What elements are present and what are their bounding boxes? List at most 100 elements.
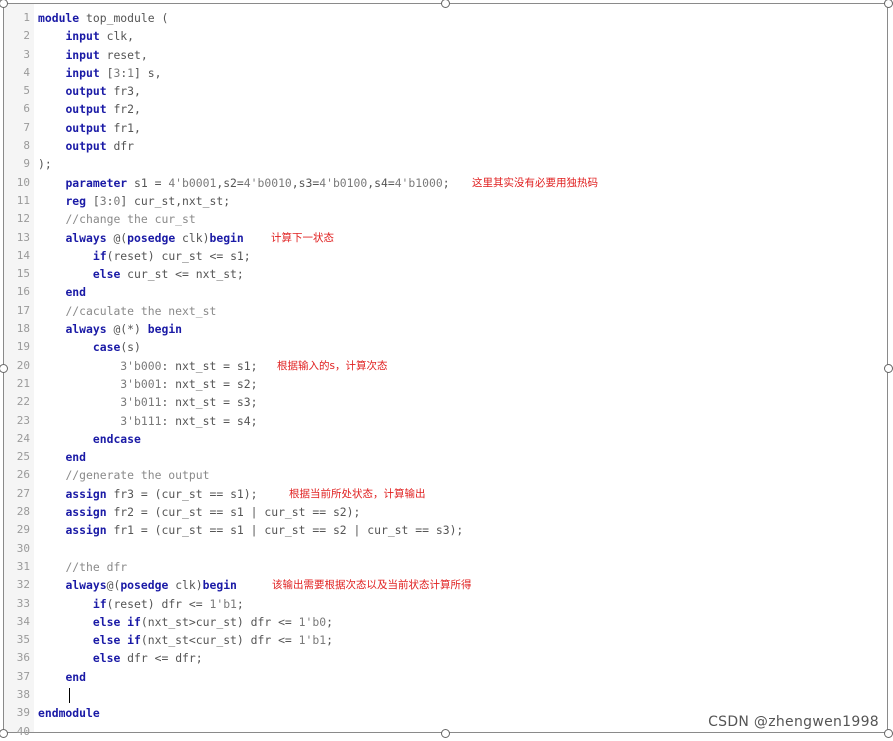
code-line[interactable]: 6 output fr2, [4, 100, 463, 118]
code-text: always@(posedge clk)begin [65, 578, 237, 593]
code-text: 3'b011: nxt_st = s3; [120, 395, 258, 410]
line-number: 40 [16, 724, 30, 738]
line-number: 39 [16, 706, 30, 720]
line-number: 6 [23, 102, 30, 116]
code-line[interactable]: 2 input clk, [4, 27, 463, 45]
code-text: reg [3:0] cur_st,nxt_st; [65, 193, 231, 208]
code-line[interactable]: 36 else dfr <= dfr; [4, 649, 463, 667]
resize-handle-middle-right[interactable] [884, 364, 893, 373]
line-number: 31 [16, 559, 30, 573]
line-number: 37 [16, 669, 30, 683]
line-number: 14 [16, 248, 30, 262]
code-line[interactable]: 28 assign fr2 = (cur_st == s1 | cur_st =… [4, 503, 463, 521]
line-number: 23 [16, 413, 30, 427]
code-line[interactable]: 26 //generate the output [4, 466, 463, 484]
code-line[interactable]: 25 end [4, 448, 463, 466]
code-line[interactable]: 33 if(reset) dfr <= 1'b1; [4, 595, 463, 613]
code-line[interactable]: 1 module top_module ( [4, 9, 463, 27]
line-number: 34 [16, 614, 30, 628]
code-line[interactable]: 12 //change the cur_st [4, 210, 463, 228]
code-line[interactable]: 37 end [4, 668, 463, 686]
code-line[interactable]: 14 if(reset) cur_st <= s1; [4, 247, 463, 265]
code-line[interactable]: 15 else cur_st <= nxt_st; [4, 265, 463, 283]
code-line[interactable]: 23 3'b111: nxt_st = s4; [4, 412, 463, 430]
code-line[interactable]: 38 [4, 686, 463, 704]
annotation-note: 根据输入的s，计算次态 [277, 359, 388, 372]
line-number: 17 [16, 303, 30, 317]
line-number: 30 [16, 541, 30, 555]
code-text: else if(nxt_st<cur_st) dfr <= 1'b1; [92, 633, 333, 648]
line-number: 29 [16, 523, 30, 537]
annotation-note: 该输出需要根据次态以及当前状态计算所得 [272, 579, 472, 592]
line-number: 3 [23, 47, 30, 61]
code-line[interactable]: 31 //the dfr [4, 558, 463, 576]
code-text: ); [38, 157, 52, 172]
code-text: if(reset) dfr <= 1'b1; [92, 596, 244, 611]
code-line[interactable]: 32 always@(posedge clk)begin 该输出需要根据次态以及当… [4, 576, 472, 594]
line-number: 35 [16, 633, 30, 647]
code-text: if(reset) cur_st <= s1; [92, 248, 251, 263]
code-line[interactable]: 18 always @(*) begin [4, 320, 463, 338]
code-text: always @(*) begin [65, 322, 183, 337]
line-number: 22 [16, 395, 30, 409]
code-line[interactable]: 40 [4, 723, 463, 741]
code-text: input [3:1] s, [65, 65, 162, 80]
line-number: 18 [16, 322, 30, 336]
code-line[interactable]: 22 3'b011: nxt_st = s3; [4, 393, 463, 411]
code-text: endmodule [38, 706, 100, 721]
code-line[interactable]: 27 assign fr3 = (cur_st == s1); 根据当前所处状态，… [4, 485, 463, 503]
code-line[interactable]: 34 else if(nxt_st>cur_st) dfr <= 1'b0; [4, 613, 463, 631]
code-line[interactable]: 35 else if(nxt_st<cur_st) dfr <= 1'b1; [4, 631, 463, 649]
code-line[interactable]: 19 case(s) [4, 338, 463, 356]
code-line[interactable]: 20 3'b000: nxt_st = s1; 根据输入的s，计算次态 [4, 357, 463, 375]
line-number: 10 [16, 175, 30, 189]
line-number: 24 [16, 431, 30, 445]
line-number: 32 [16, 578, 30, 592]
line-number: 1 [23, 11, 30, 24]
code-editor[interactable]: 1 module top_module (2 input clk, 3 input … [4, 9, 598, 741]
code-text: end [65, 285, 87, 300]
line-number: 26 [16, 468, 30, 482]
line-number: 16 [16, 285, 30, 299]
code-text: else dfr <= dfr; [92, 651, 203, 666]
code-line[interactable]: 16 end [4, 283, 463, 301]
code-line[interactable]: 7 output fr1, [4, 119, 463, 137]
code-text: 3'b111: nxt_st = s4; [120, 413, 258, 428]
code-line[interactable]: 17 //caculate the next_st [4, 302, 463, 320]
line-number: 36 [16, 651, 30, 665]
code-line[interactable]: 11 reg [3:0] cur_st,nxt_st; [4, 192, 463, 210]
code-text: always @(posedge clk)begin [65, 230, 244, 245]
line-number: 27 [16, 486, 30, 500]
code-line[interactable]: 21 3'b001: nxt_st = s2; [4, 375, 463, 393]
resize-handle-bottom-right[interactable] [884, 729, 893, 738]
code-line[interactable]: 13 always @(posedge clk)begin 计算下一状态 [4, 229, 463, 247]
line-number: 8 [23, 139, 30, 153]
code-text: case(s) [92, 340, 141, 355]
code-line[interactable]: 5 output fr3, [4, 82, 463, 100]
line-number: 28 [16, 505, 30, 519]
line-number: 2 [23, 29, 30, 43]
line-number: 11 [16, 193, 30, 207]
code-line[interactable]: 24 endcase [4, 430, 463, 448]
code-line[interactable]: 3 input reset, [4, 46, 463, 64]
code-line[interactable]: 4 input [3:1] s, [4, 64, 463, 82]
watermark: CSDN @zhengwen1998 [708, 714, 879, 730]
annotation-note: 计算下一状态 [271, 231, 334, 244]
code-line[interactable]: 30 [4, 540, 463, 558]
code-text: else cur_st <= nxt_st; [92, 267, 244, 282]
annotation-note: 这里其实没有必要用独热码 [472, 176, 598, 189]
code-text: 3'b001: nxt_st = s2; [120, 376, 258, 391]
code-text: //the dfr [65, 559, 128, 574]
code-line[interactable]: 8 output dfr [4, 137, 463, 155]
line-number: 7 [23, 120, 30, 134]
code-line[interactable]: 10 parameter s1 = 4'b0001,s2=4'b0010,s3=… [4, 174, 598, 192]
code-line[interactable]: 39 endmodule [4, 704, 463, 722]
line-number: 25 [16, 450, 30, 464]
resize-handle-top-right[interactable] [884, 0, 893, 8]
line-number: 38 [16, 687, 30, 701]
code-text: output fr1, [65, 120, 141, 135]
code-line[interactable]: 9); [4, 155, 463, 173]
line-number: 12 [16, 212, 30, 226]
line-number: 19 [16, 340, 30, 354]
code-line[interactable]: 29 assign fr1 = (cur_st == s1 | cur_st =… [4, 521, 464, 539]
